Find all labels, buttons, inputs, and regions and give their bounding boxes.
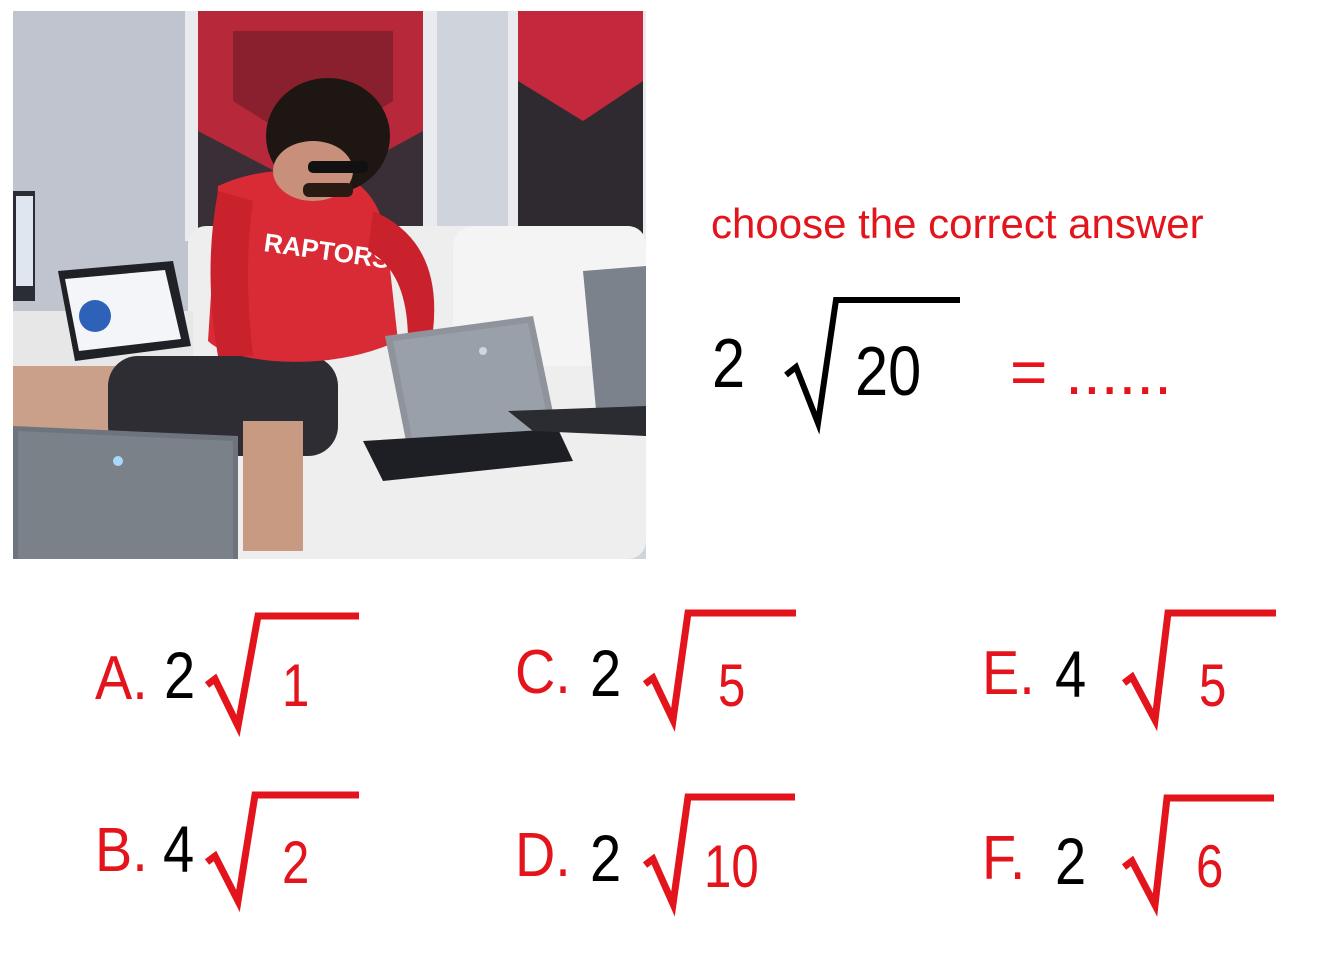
question-equals: = ...... [1010,336,1172,408]
question-coefficient: 2 [712,324,746,402]
option-c-letter[interactable]: C. [515,642,571,704]
option-e-letter[interactable]: E. [982,643,1035,705]
photo-illustration: RAPTORS [13,11,646,559]
option-c-coefficient[interactable]: 2 [590,640,621,706]
option-f-letter[interactable]: F. [982,828,1025,890]
instruction-text: choose the correct answer [711,200,1204,247]
option-b-letter[interactable]: B. [95,820,148,882]
question-radicand: 20 [855,332,922,410]
option-a-radicand[interactable]: 1 [282,656,309,716]
option-b-coefficient[interactable]: 4 [163,816,194,882]
option-e-coefficient[interactable]: 4 [1055,641,1086,707]
option-a-letter[interactable]: A. [95,648,148,710]
option-f-coefficient[interactable]: 2 [1055,828,1086,894]
option-c-radicand[interactable]: 5 [718,656,745,716]
option-b-radicand[interactable]: 2 [282,833,309,893]
option-d-letter[interactable]: D. [515,825,571,887]
option-e-radicand[interactable]: 5 [1199,656,1226,716]
option-d-coefficient[interactable]: 2 [590,825,621,891]
option-a-coefficient[interactable]: 2 [164,642,195,708]
option-d-radicand[interactable]: 10 [704,837,759,897]
meme-photo: RAPTORS [13,11,646,559]
option-f-radicand[interactable]: 6 [1196,837,1223,897]
